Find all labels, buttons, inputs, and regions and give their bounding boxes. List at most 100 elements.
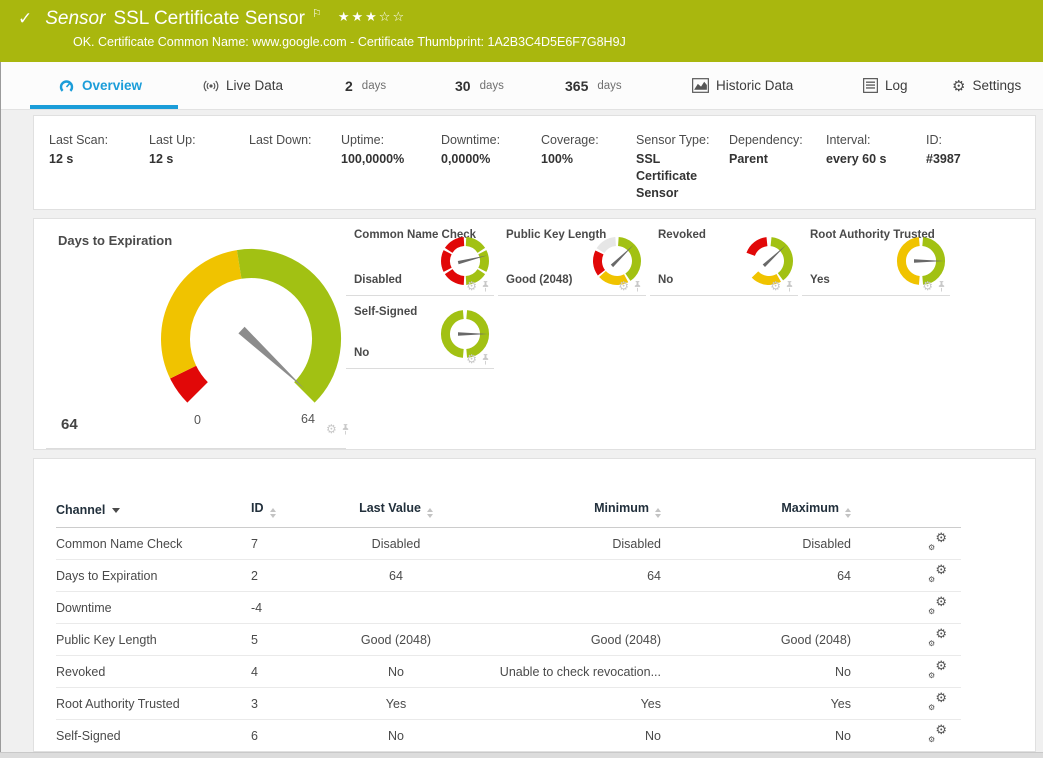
table-row[interactable]: Revoked4NoUnable to check revocation...N… [56,656,961,688]
gauge-cell-self-signed: Self-Signed No ⚙ [346,297,494,369]
tab-day-unit: days [597,80,621,92]
sort-icon [427,508,433,518]
col-header-maximum[interactable]: Maximum [661,501,851,528]
row-actions-cell: ⚙⚙ [851,592,961,624]
channel-name-cell: Root Authority Trusted [56,688,251,720]
tab-2-days[interactable]: 2 days [345,62,386,109]
tab-historic-data[interactable]: Historic Data [692,62,793,109]
col-header-last-value[interactable]: Last Value [336,501,456,528]
pin-icon[interactable] [481,354,490,365]
last-value-cell: 64 [336,560,456,592]
page-content: Last Scan: 12 s Last Up: 12 s Last Down:… [33,115,1036,752]
pin-icon[interactable] [785,281,794,292]
info-label: Sensor Type: [636,133,729,147]
info-value: SSL Certificate Sensor [636,151,706,202]
minimum-cell: Unable to check revocation... [456,656,661,688]
channel-settings-icon[interactable]: ⚙⚙ [928,630,947,647]
channel-name-cell: Downtime [56,592,251,624]
gear-icon[interactable]: ⚙ [618,280,629,292]
pin-icon[interactable] [633,281,642,292]
gear-icon: ⚙ [935,563,947,576]
gear-icon: ⚙ [935,627,947,640]
sort-desc-icon [112,508,120,513]
table-row[interactable]: Common Name Check7DisabledDisabledDisabl… [56,528,961,560]
sort-icon [270,508,276,518]
channel-settings-icon[interactable]: ⚙⚙ [928,662,947,679]
gear-icon[interactable]: ⚙ [466,280,477,292]
channel-settings-icon[interactable]: ⚙⚙ [928,598,947,615]
pin-icon[interactable] [341,424,350,435]
pin-icon[interactable] [481,281,490,292]
col-header-minimum[interactable]: Minimum [456,501,661,528]
info-label: Last Scan: [49,133,149,147]
info-field-dependency: Dependency: Parent [729,133,826,209]
tab-settings[interactable]: ⚙ Settings [952,62,1021,109]
gauge-value: No [354,347,369,359]
col-header-label: Maximum [781,501,839,515]
minimum-cell: Disabled [456,528,661,560]
channel-id-cell: 6 [251,720,336,752]
tab-label: Overview [82,78,142,93]
maximum-cell: No [661,720,851,752]
tab-label: Live Data [226,78,283,93]
maximum-cell: Good (2048) [661,624,851,656]
object-kind-label: Sensor [45,8,105,30]
row-actions-cell: ⚙⚙ [851,624,961,656]
channel-name-cell: Public Key Length [56,624,251,656]
tab-log[interactable]: Log [863,62,908,109]
tab-live-data[interactable]: Live Data [203,62,283,109]
tab-day-number: 30 [455,78,471,94]
channel-settings-icon[interactable]: ⚙⚙ [928,534,947,551]
days-to-expiration-gauge [136,239,366,424]
minimum-cell: 64 [456,560,661,592]
col-header-label: ID [251,501,264,515]
info-field-last-down: Last Down: [249,133,341,209]
small-gear-icon: ⚙ [928,672,935,680]
col-header-channel[interactable]: Channel [56,501,251,528]
gear-icon[interactable]: ⚙ [326,423,337,435]
info-value: every 60 s [826,151,926,168]
channel-settings-icon[interactable]: ⚙⚙ [928,566,947,583]
table-row[interactable]: Self-Signed6NoNoNo⚙⚙ [56,720,961,752]
info-label: Downtime: [441,133,541,147]
info-value: 100% [541,151,636,168]
last-value-cell: No [336,720,456,752]
tab-30-days[interactable]: 30 days [455,62,504,109]
priority-stars-rating[interactable]: ★★★☆☆ [338,9,406,25]
table-row[interactable]: Downtime-4⚙⚙ [56,592,961,624]
gauge-cell-revoked: Revoked No ⚙ [650,220,798,296]
tab-day-number: 365 [565,78,588,94]
table-row[interactable]: Days to Expiration2646464⚙⚙ [56,560,961,592]
gauge-title: Self-Signed [354,306,417,318]
pin-icon[interactable] [937,281,946,292]
info-value: 0,0000% [441,151,541,168]
last-value-cell: Yes [336,688,456,720]
sort-icon [655,508,661,518]
col-header-id[interactable]: ID [251,501,336,528]
gear-icon[interactable]: ⚙ [466,353,477,365]
gear-icon[interactable]: ⚙ [770,280,781,292]
maximum-cell: 64 [661,560,851,592]
table-row[interactable]: Root Authority Trusted3YesYesYes⚙⚙ [56,688,961,720]
info-field-coverage: Coverage: 100% [541,133,636,209]
gear-icon: ⚙ [952,77,965,95]
channel-id-cell: 3 [251,688,336,720]
table-row[interactable]: Public Key Length5Good (2048)Good (2048)… [56,624,961,656]
tab-day-unit: days [480,80,504,92]
gear-icon[interactable]: ⚙ [922,280,933,292]
gauge-value: Disabled [354,274,402,286]
minimum-cell: Yes [456,688,661,720]
info-label: Interval: [826,133,926,147]
status-ok-check-icon: ✓ [18,9,32,29]
tab-overview[interactable]: Overview [58,62,142,109]
channel-settings-icon[interactable]: ⚙⚙ [928,726,947,743]
info-value: Parent [729,151,826,168]
tab-365-days[interactable]: 365 days [565,62,622,109]
table-header-row: Channel ID Last Value Minimum Maximum [56,501,961,528]
gauge-scale-max: 64 [301,412,315,426]
gauge-scale-min: 0 [194,413,201,427]
channel-settings-icon[interactable]: ⚙⚙ [928,694,947,711]
gear-icon: ⚙ [935,659,947,672]
maximum-cell: Disabled [661,528,851,560]
priority-flag-icon[interactable]: ⚐ [312,7,322,20]
